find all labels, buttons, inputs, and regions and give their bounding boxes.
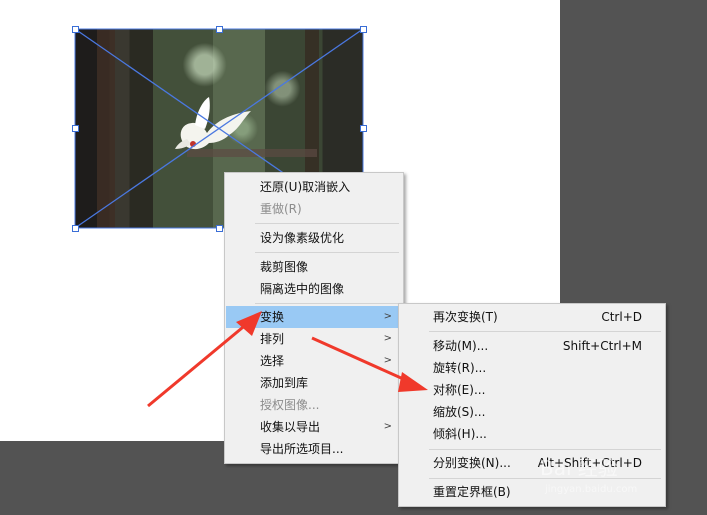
menu-separator (429, 449, 661, 450)
watermark-logo: Bai 经验 (540, 456, 618, 480)
menu-item-label: 添加到库 (260, 376, 309, 390)
submenu-item-shear[interactable]: 倾斜(H)... (400, 423, 664, 445)
resize-handle-bottom[interactable] (216, 225, 223, 232)
menu-item-export-selection[interactable]: 导出所选项目... (226, 438, 402, 460)
submenu-item-reflect[interactable]: 对称(E)... (400, 379, 664, 401)
menu-item-label: 重置定界框(B) (433, 485, 511, 499)
menu-item-label: 旋转(R)... (433, 361, 487, 375)
menu-separator (255, 252, 399, 253)
menu-item-label: 授权图像... (260, 398, 320, 412)
submenu-item-transform-each[interactable]: 分别变换(N)... Alt+Shift+Ctrl+D (400, 452, 664, 474)
menu-item-isolate-selected[interactable]: 隔离选中的图像 (226, 278, 402, 300)
chevron-right-icon: > (383, 333, 392, 344)
watermark-url: jingyan.baidu.com (545, 484, 638, 495)
menu-item-add-to-library[interactable]: 添加到库 (226, 372, 402, 394)
chevron-right-icon: > (383, 311, 392, 322)
menu-item-label: 收集以导出 (260, 420, 321, 434)
menu-item-label: 导出所选项目... (260, 442, 344, 456)
menu-item-label: 裁剪图像 (260, 260, 309, 274)
menu-separator (255, 303, 399, 304)
menu-item-undo-unembed[interactable]: 还原(U)取消嵌入 (226, 176, 402, 198)
submenu-item-rotate[interactable]: 旋转(R)... (400, 357, 664, 379)
resize-handle-top-left[interactable] (72, 26, 79, 33)
transform-submenu: 再次变换(T) Ctrl+D 移动(M)... Shift+Ctrl+M 旋转(… (398, 303, 666, 507)
menu-item-arrange[interactable]: 排列 > (226, 328, 402, 350)
menu-item-label: 重做(R) (260, 202, 302, 216)
menu-item-label: 设为像素级优化 (260, 231, 345, 245)
menu-separator (255, 223, 399, 224)
context-menu: 还原(U)取消嵌入 重做(R) 设为像素级优化 裁剪图像 隔离选中的图像 变换 … (224, 172, 404, 464)
submenu-item-scale[interactable]: 缩放(S)... (400, 401, 664, 423)
menu-item-label: 对称(E)... (433, 383, 486, 397)
menu-item-label: 再次变换(T) (433, 310, 498, 324)
menu-item-label: 选择 (260, 354, 285, 368)
shortcut-label: Shift+Ctrl+M (562, 339, 642, 353)
resize-handle-top[interactable] (216, 26, 223, 33)
menu-item-label: 还原(U)取消嵌入 (260, 180, 351, 194)
menu-separator (429, 331, 661, 332)
menu-item-crop-image[interactable]: 裁剪图像 (226, 256, 402, 278)
resize-handle-top-right[interactable] (360, 26, 367, 33)
chevron-right-icon: > (383, 421, 392, 432)
menu-item-license-image[interactable]: 授权图像... (226, 394, 402, 416)
menu-item-label: 分别变换(N)... (433, 456, 511, 470)
menu-item-select[interactable]: 选择 > (226, 350, 402, 372)
menu-item-redo[interactable]: 重做(R) (226, 198, 402, 220)
chevron-right-icon: > (383, 355, 392, 366)
menu-item-label: 隔离选中的图像 (260, 282, 345, 296)
menu-item-label: 变换 (260, 310, 285, 324)
submenu-item-transform-again[interactable]: 再次变换(T) Ctrl+D (400, 306, 664, 328)
shortcut-label: Ctrl+D (601, 310, 642, 324)
dove-image (175, 97, 251, 150)
resize-handle-right[interactable] (360, 125, 367, 132)
menu-item-collect-for-export[interactable]: 收集以导出 > (226, 416, 402, 438)
resize-handle-bottom-left[interactable] (72, 225, 79, 232)
resize-handle-left[interactable] (72, 125, 79, 132)
tree-trunk (97, 29, 115, 228)
menu-item-label: 排列 (260, 332, 285, 346)
menu-item-label: 缩放(S)... (433, 405, 486, 419)
menu-item-label: 倾斜(H)... (433, 427, 487, 441)
menu-item-pixel-optimize[interactable]: 设为像素级优化 (226, 227, 402, 249)
menu-item-label: 移动(M)... (433, 339, 489, 353)
menu-item-transform[interactable]: 变换 > (226, 306, 402, 328)
submenu-item-move[interactable]: 移动(M)... Shift+Ctrl+M (400, 335, 664, 357)
